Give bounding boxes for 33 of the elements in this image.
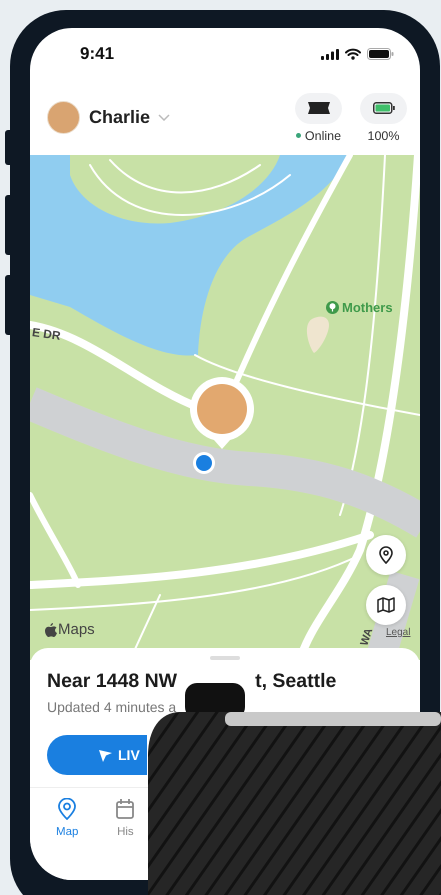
tracker-icon	[306, 101, 332, 115]
status-label: Online	[304, 128, 342, 142]
battery-icon	[372, 102, 394, 114]
live-button[interactable]: LIV	[47, 735, 147, 775]
sheet-handle[interactable]	[210, 656, 240, 660]
calendar-icon	[116, 798, 134, 820]
navigation-arrow-icon	[99, 748, 112, 762]
tracker-status-button[interactable]	[295, 92, 342, 124]
road-label: WA	[358, 626, 376, 648]
tab-item[interactable]: His	[116, 798, 134, 838]
status-time: 9:41	[80, 44, 114, 64]
address-text: Near 1448 NW	[47, 670, 178, 693]
legal-link[interactable]: Legal	[386, 627, 410, 638]
tree-icon	[326, 301, 339, 314]
location-button[interactable]	[366, 535, 406, 575]
battery-icon	[367, 48, 394, 60]
location-pin-icon	[58, 798, 76, 820]
battery-label: 100%	[368, 128, 400, 142]
maps-attribution: Maps	[58, 621, 95, 638]
map-type-button[interactable]	[366, 585, 406, 625]
current-position-dot	[193, 452, 215, 474]
pet-name[interactable]: Charlie	[89, 107, 150, 128]
updated-text: Updated 4 minutes a	[47, 699, 178, 715]
signal-icon	[321, 48, 339, 60]
wifi-icon	[345, 48, 361, 60]
address-text: t, Seattle	[255, 670, 336, 693]
sand-patch	[306, 316, 330, 353]
tab-item[interactable]: Map	[56, 798, 78, 838]
location-pin-icon	[379, 546, 393, 564]
road-label: E DR	[31, 325, 62, 343]
map-icon	[377, 597, 395, 613]
battery-button[interactable]	[360, 92, 407, 124]
apple-logo-icon	[45, 622, 57, 636]
